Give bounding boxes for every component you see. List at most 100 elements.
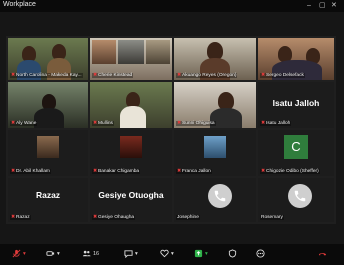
participant-name-label: ✖Razaz (10, 215, 31, 220)
share-screen-button[interactable]: ▾ (194, 248, 208, 261)
participant-name: Aly Wane (16, 121, 37, 126)
participant-display-name: Razaz (35, 190, 61, 200)
participant-tile[interactable]: ✖Dr. Abil Khallam (8, 130, 88, 176)
participant-name-label: ✖Cherie Kinstead (92, 73, 134, 78)
participant-display-name: Isatu Jalloh (272, 98, 320, 108)
participant-video (34, 108, 64, 128)
mic-muted-icon: ✖ (93, 73, 98, 78)
mic-muted-icon: ✖ (11, 215, 16, 220)
participant-tile[interactable]: Gesiye Otuogha ✖Gesiye Ohaugha (90, 178, 172, 222)
participant-display-name: Gesiye Otuogha (98, 190, 164, 200)
participant-avatar (37, 136, 59, 158)
participant-tile[interactable]: ✖Sergeo Delsefack (258, 38, 334, 80)
close-button[interactable]: ✕ (331, 1, 337, 10)
security-button[interactable] (228, 248, 239, 261)
participant-name: Isatu Jalloh (266, 121, 291, 126)
participant-name: Gesiye Ohaugha (98, 215, 135, 220)
participant-tile[interactable]: ✖North Carolina - Makeda Kay... (8, 38, 88, 80)
participant-tile[interactable]: ✖Franca Jallon (174, 130, 256, 176)
participant-name-label: ✖Mullins (92, 121, 114, 126)
participant-video (92, 40, 116, 64)
end-call-icon (318, 253, 327, 256)
participant-name-label: ✖Sunni Ohiguisa (176, 121, 216, 126)
participant-tile[interactable]: ✖Sunni Ohiguisa (174, 82, 256, 128)
participant-tile[interactable]: Josephine (174, 178, 256, 222)
participant-tile[interactable]: ✖Aly Wane (8, 82, 88, 128)
more-dots-icon (256, 249, 265, 258)
participant-name: Chigozie Odibo (Sheffer) (266, 169, 319, 174)
participant-name: Dr. Abil Khallam (16, 169, 50, 174)
participant-name-label: ✖Chigozie Odibo (Sheffer) (260, 169, 320, 174)
mute-button[interactable]: ▾ (12, 248, 26, 261)
participant-name: Franca Jallon (182, 169, 211, 174)
mic-muted-icon: ✖ (177, 121, 182, 126)
phone-icon (288, 184, 312, 208)
mic-muted-icon: ✖ (177, 73, 182, 78)
leave-meeting-button[interactable] (318, 248, 329, 261)
participant-name-label: ✖Gesiye Ohaugha (92, 215, 136, 220)
meeting-toolbar: ▾ ▾ 16 ▾ ▾ ▾ (0, 244, 344, 265)
participant-name-label: ✖Akuango Reyes (Oregon) (176, 73, 238, 78)
participant-name: Sunni Ohiguisa (182, 121, 215, 126)
participant-name: Akuango Reyes (Oregon) (182, 73, 237, 78)
participant-name-label: ✖Banakar Chigamba (92, 169, 141, 174)
mic-muted-icon: ✖ (177, 169, 182, 174)
mic-muted-icon: ✖ (11, 169, 16, 174)
participant-tile[interactable]: C ✖Chigozie Odibo (Sheffer) (258, 130, 334, 176)
participant-initial-avatar: C (284, 135, 308, 159)
minimize-button[interactable]: – (307, 1, 311, 10)
participant-tile[interactable]: ✖Mullins (90, 82, 172, 128)
participant-tile[interactable]: ✖Banakar Chigamba (90, 130, 172, 176)
participant-name: Rosemary (261, 215, 283, 220)
meeting-window: Workplace – ▢ ✕ ✖North Carolina - Makeda… (0, 0, 344, 265)
participant-tile[interactable]: Razaz ✖Razaz (8, 178, 88, 222)
participant-tile[interactable]: Rosemary (258, 178, 334, 222)
phone-icon (208, 184, 232, 208)
participant-tile[interactable]: Isatu Jalloh ✖Isatu Jalloh (258, 82, 334, 128)
participant-video (118, 40, 144, 64)
participants-count: 16 (93, 251, 100, 257)
participant-name: Cherie Kinstead (98, 73, 133, 78)
participant-tile[interactable]: ✖Cherie Kinstead (90, 38, 172, 80)
mic-muted-icon: ✖ (261, 73, 266, 78)
participant-avatar (120, 136, 142, 158)
more-options-button[interactable] (256, 248, 267, 261)
chat-icon (124, 250, 133, 259)
participant-name-label: Josephine (176, 215, 200, 220)
participant-name-label: ✖North Carolina - Makeda Kay... (10, 73, 83, 78)
share-screen-icon (194, 249, 203, 258)
title-bar: Workplace – ▢ ✕ (0, 0, 344, 12)
heart-icon (160, 249, 169, 258)
participant-name-label: ✖Aly Wane (10, 121, 38, 126)
participant-tile[interactable]: ✖Akuango Reyes (Oregon) (174, 38, 256, 80)
participant-name: North Carolina - Makeda Kay... (16, 73, 82, 78)
mic-muted-icon (12, 249, 21, 258)
participant-name: Sergeo Delsefack (266, 73, 304, 78)
participant-grid: ✖North Carolina - Makeda Kay... ✖Cherie … (6, 36, 336, 224)
camera-icon (46, 251, 55, 256)
mic-muted-icon: ✖ (261, 121, 266, 126)
maximize-button[interactable]: ▢ (319, 1, 326, 10)
participant-name-label: ✖Dr. Abil Khallam (10, 169, 51, 174)
mic-muted-icon: ✖ (93, 169, 98, 174)
camera-button[interactable]: ▾ (46, 248, 60, 261)
participant-name-label: ✖Franca Jallon (176, 169, 212, 174)
participant-name: Banakar Chigamba (98, 169, 140, 174)
participant-name-label: ✖Sergeo Delsefack (260, 73, 305, 78)
reactions-button[interactable]: ▾ (160, 248, 174, 261)
participant-name: Razaz (16, 215, 30, 220)
participant-name-label: ✖Isatu Jalloh (260, 121, 292, 126)
participant-video (146, 40, 170, 64)
participants-button[interactable]: 16 (82, 248, 99, 261)
participant-avatar (204, 136, 226, 158)
participant-name-label: Rosemary (260, 215, 284, 220)
shield-icon (228, 249, 237, 258)
chat-button[interactable]: ▾ (124, 248, 138, 261)
mic-muted-icon: ✖ (11, 73, 16, 78)
window-title: Workplace (3, 1, 36, 8)
participants-icon (82, 250, 91, 257)
mic-muted-icon: ✖ (93, 121, 98, 126)
mic-muted-icon: ✖ (93, 215, 98, 220)
participant-name: Josephine (177, 215, 199, 220)
participant-video (120, 106, 146, 128)
